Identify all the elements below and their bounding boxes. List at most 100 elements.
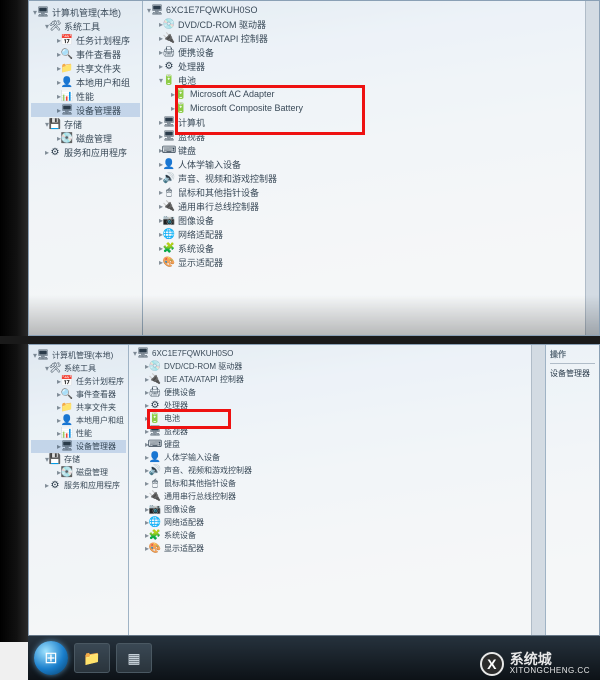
- tree-item[interactable]: 💿DVD/CD-ROM 驱动器: [131, 360, 543, 373]
- tree-item[interactable]: 🖱鼠标和其他指针设备: [131, 477, 543, 490]
- tree-item[interactable]: ⚙处理器: [145, 59, 597, 73]
- tree-item-label: 网络适配器: [164, 517, 204, 528]
- tree-item[interactable]: 📅任务计划程序: [31, 375, 126, 388]
- tree-item-icon: ⚙: [49, 480, 61, 492]
- tree-item-label: 网络适配器: [178, 228, 223, 241]
- tree-item-icon: 📅: [61, 34, 73, 46]
- tree-item-label: 鼠标和其他指针设备: [178, 186, 259, 199]
- tree-item-label: 便携设备: [164, 387, 196, 398]
- tree-item-label: 图像设备: [178, 214, 214, 227]
- tree-item-icon: 👤: [149, 452, 161, 464]
- tree-item-label: 处理器: [178, 60, 205, 73]
- tree-item-icon: 🖥: [163, 130, 175, 142]
- tree-item-icon: 💾: [49, 118, 61, 130]
- tree-item[interactable]: ⚙服务和应用程序: [31, 145, 140, 159]
- tree-item[interactable]: 📷图像设备: [145, 213, 597, 227]
- device-manager-tree[interactable]: 🖥6XC1E7FQWKUH0SO 💿DVD/CD-ROM 驱动器🔌IDE ATA…: [143, 1, 599, 335]
- tree-item[interactable]: 🔊声音、视频和游戏控制器: [145, 171, 597, 185]
- actions-item[interactable]: 设备管理器: [550, 368, 595, 379]
- taskbar-item-explorer[interactable]: 📁: [74, 643, 110, 673]
- tree-item-label: 键盘: [178, 144, 196, 157]
- tree-item[interactable]: 🌐网络适配器: [145, 227, 597, 241]
- tree-item[interactable]: ⌨键盘: [131, 438, 543, 451]
- tree-item[interactable]: 🌐网络适配器: [131, 516, 543, 529]
- tree-item[interactable]: 👤本地用户和组: [31, 75, 140, 89]
- device-manager-tree[interactable]: 🖥6XC1E7FQWKUH0SO 💿DVD/CD-ROM 驱动器🔌IDE ATA…: [129, 345, 545, 635]
- tree-item[interactable]: 📁共享文件夹: [31, 61, 140, 75]
- tree-root[interactable]: 🖥计算机管理(本地): [31, 5, 140, 19]
- tree-item-icon: 🛠: [49, 363, 61, 375]
- tree-item-label: 共享文件夹: [76, 62, 121, 75]
- tree-item[interactable]: 👤人体学输入设备: [145, 157, 597, 171]
- tree-item-icon: 👤: [61, 76, 73, 88]
- tree-item[interactable]: 👤人体学输入设备: [131, 451, 543, 464]
- start-button[interactable]: ⊞: [34, 641, 68, 675]
- tree-item[interactable]: 🖱鼠标和其他指针设备: [145, 185, 597, 199]
- tree-item-icon: 📅: [61, 376, 73, 388]
- tree-item-label: 图像设备: [164, 504, 196, 515]
- tree-item-label: 服务和应用程序: [64, 480, 120, 491]
- tree-item-label: 声音、视频和游戏控制器: [178, 172, 277, 185]
- tree-item[interactable]: 🔊声音、视频和游戏控制器: [131, 464, 543, 477]
- tree-item[interactable]: 🔌IDE ATA/ATAPI 控制器: [145, 31, 597, 45]
- tree-item-icon: 🎨: [163, 256, 175, 268]
- tree-item-icon: ⚙: [49, 146, 61, 158]
- tree-item-icon: ⌨: [149, 439, 161, 451]
- vertical-scrollbar[interactable]: [531, 345, 545, 635]
- red-callout-box: [175, 85, 365, 135]
- device-root[interactable]: 🖥6XC1E7FQWKUH0SO: [131, 347, 543, 360]
- tree-item[interactable]: 🎨显示适配器: [145, 255, 597, 269]
- screen-area: 🖥计算机管理(本地) 🛠系统工具📅任务计划程序🔍事件查看器📁共享文件夹👤本地用户…: [28, 344, 600, 636]
- tree-item-icon: 👤: [61, 415, 73, 427]
- mmc-left-tree[interactable]: 🖥计算机管理(本地) 🛠系统工具📅任务计划程序🔍事件查看器📁共享文件夹👤本地用户…: [29, 345, 129, 635]
- tree-item[interactable]: 🛠系统工具: [31, 19, 140, 33]
- taskbar-item-app[interactable]: ▦: [116, 643, 152, 673]
- tree-item[interactable]: 🧩系统设备: [145, 241, 597, 255]
- tree-item[interactable]: 🖥设备管理器: [31, 103, 140, 117]
- tree-item[interactable]: ⌨键盘: [145, 143, 597, 157]
- tree-item[interactable]: 🔍事件查看器: [31, 47, 140, 61]
- tree-item[interactable]: 🧩系统设备: [131, 529, 543, 542]
- tree-item[interactable]: 🖨便携设备: [145, 45, 597, 59]
- tree-item[interactable]: 👤本地用户和组: [31, 414, 126, 427]
- tree-item[interactable]: 💾存储: [31, 117, 140, 131]
- tree-root[interactable]: 🖥计算机管理(本地): [31, 349, 126, 362]
- tree-item-icon: 👤: [163, 158, 175, 170]
- tree-item-icon: 🔍: [61, 48, 73, 60]
- tree-item[interactable]: 🔌IDE ATA/ATAPI 控制器: [131, 373, 543, 386]
- tree-item[interactable]: 🔌通用串行总线控制器: [145, 199, 597, 213]
- tree-item[interactable]: 📊性能: [31, 89, 140, 103]
- tree-item-label: 人体学输入设备: [178, 158, 241, 171]
- tree-item[interactable]: 🛠系统工具: [31, 362, 126, 375]
- tree-item[interactable]: 🔌通用串行总线控制器: [131, 490, 543, 503]
- tree-item[interactable]: 🎨显示适配器: [131, 542, 543, 555]
- tree-item-icon: 🖨: [149, 387, 161, 399]
- tree-item[interactable]: 🖨便携设备: [131, 386, 543, 399]
- tree-item-label: 显示适配器: [178, 256, 223, 269]
- tree-item[interactable]: ⚙服务和应用程序: [31, 479, 126, 492]
- tree-item-icon: 🔊: [149, 465, 161, 477]
- tree-item[interactable]: 💾存储: [31, 453, 126, 466]
- tree-item-icon: 🖱: [163, 186, 175, 198]
- vertical-scrollbar[interactable]: [585, 1, 599, 335]
- tree-item-icon: 🖥: [163, 116, 175, 128]
- device-root[interactable]: 🖥6XC1E7FQWKUH0SO: [145, 3, 597, 17]
- tree-item[interactable]: 📊性能: [31, 427, 126, 440]
- tree-item[interactable]: 💽磁盘管理: [31, 131, 140, 145]
- tree-item-label: 鼠标和其他指针设备: [164, 478, 236, 489]
- tree-item[interactable]: 🖥设备管理器: [31, 440, 126, 453]
- mmc-left-tree[interactable]: 🖥计算机管理(本地) 🛠系统工具📅任务计划程序🔍事件查看器📁共享文件夹👤本地用户…: [29, 1, 143, 335]
- tree-item-icon: 🔍: [61, 389, 73, 401]
- tree-item[interactable]: 📷图像设备: [131, 503, 543, 516]
- tree-item-icon: 🔌: [149, 374, 161, 386]
- tree-item[interactable]: 💽磁盘管理: [31, 466, 126, 479]
- tree-item[interactable]: 🔍事件查看器: [31, 388, 126, 401]
- watermark-url: XITONGCHENG.CC: [510, 667, 590, 675]
- tree-item-icon: 🧩: [149, 530, 161, 542]
- screen-area: 🖥计算机管理(本地) 🛠系统工具📅任务计划程序🔍事件查看器📁共享文件夹👤本地用户…: [28, 0, 600, 336]
- tree-item[interactable]: 📁共享文件夹: [31, 401, 126, 414]
- tree-item[interactable]: 📅任务计划程序: [31, 33, 140, 47]
- tree-item-icon: 🖨: [163, 46, 175, 58]
- tree-item[interactable]: 💿DVD/CD-ROM 驱动器: [145, 17, 597, 31]
- tree-item-label: 通用串行总线控制器: [178, 200, 259, 213]
